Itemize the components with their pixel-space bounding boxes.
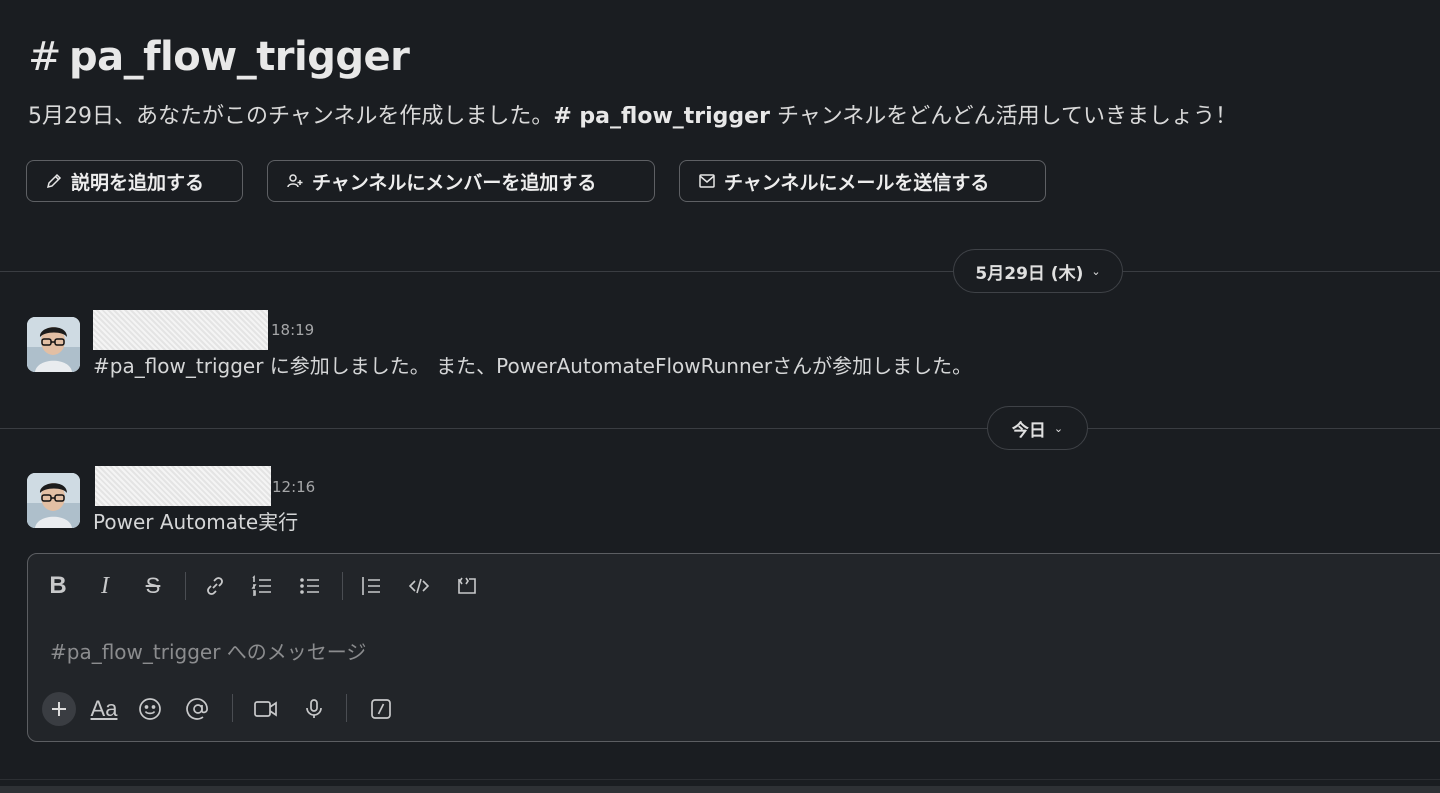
- video-icon[interactable]: [253, 696, 279, 722]
- send-email-label: チャンネルにメールを送信する: [724, 171, 990, 194]
- message-input[interactable]: [48, 636, 1352, 668]
- avatar[interactable]: [27, 317, 80, 372]
- mention-icon[interactable]: [185, 696, 211, 722]
- email-icon: [699, 174, 715, 188]
- text-format-icon[interactable]: Aa: [88, 696, 120, 722]
- date-divider-line: [0, 271, 1440, 272]
- code-block-icon[interactable]: [454, 573, 480, 599]
- channel-title: # pa_flow_trigger: [28, 34, 410, 80]
- toolbar-separator: [342, 572, 343, 600]
- add-person-icon: [287, 174, 303, 188]
- toolbar-separator: [346, 694, 347, 722]
- chevron-down-icon: ⌄: [1053, 421, 1064, 435]
- code-icon[interactable]: [406, 573, 432, 599]
- message-timestamp[interactable]: 12:16: [272, 478, 315, 496]
- toolbar-separator: [232, 694, 233, 722]
- slash-command-icon[interactable]: [368, 696, 394, 722]
- italic-icon[interactable]: I: [92, 573, 118, 599]
- today-divider-label: 今日: [1011, 420, 1046, 441]
- microphone-icon[interactable]: [301, 696, 327, 722]
- message-composer: B I S #pa_flow_trigger へのメッセージ Aa: [27, 553, 1440, 742]
- add-description-label: 説明を追加する: [71, 171, 205, 194]
- description-prefix: 5月29日、あなたがこのチャンネルを作成しました。: [28, 104, 554, 129]
- message-text: #pa_flow_trigger に参加しました。 また、PowerAutoma…: [93, 354, 973, 378]
- toolbar-separator: [185, 572, 186, 600]
- message-timestamp[interactable]: 18:19: [271, 321, 314, 339]
- avatar[interactable]: [27, 473, 80, 528]
- channel-name: pa_flow_trigger: [69, 34, 410, 80]
- description-suffix: チャンネルをどんどん活用していきましょう！: [769, 104, 1237, 129]
- chevron-down-icon: ⌄: [1091, 264, 1101, 278]
- user-avatar-image: [27, 473, 80, 528]
- horizontal-scrollbar[interactable]: [0, 786, 1440, 793]
- strikethrough-icon[interactable]: S: [140, 573, 166, 599]
- add-members-button[interactable]: チャンネルにメンバーを追加する: [267, 160, 655, 202]
- link-icon[interactable]: [202, 573, 228, 599]
- date-divider-line: [0, 428, 1440, 429]
- date-divider-pill[interactable]: 5月29日 (木) ⌄: [953, 249, 1123, 293]
- hash-icon: #: [28, 34, 62, 80]
- bulleted-list-icon[interactable]: [297, 573, 323, 599]
- emoji-icon[interactable]: [137, 696, 163, 722]
- description-channel-link[interactable]: # pa_flow_trigger: [553, 104, 770, 129]
- date-divider-label: 5月29日 (木): [975, 263, 1084, 284]
- add-members-label: チャンネルにメンバーを追加する: [312, 171, 597, 194]
- bottom-bar: [0, 779, 1440, 793]
- today-divider-pill[interactable]: 今日 ⌄: [987, 406, 1088, 450]
- redacted-user-name: [93, 310, 268, 350]
- pencil-icon: [46, 173, 62, 189]
- add-description-button[interactable]: 説明を追加する: [26, 160, 243, 202]
- slack-channel-view: # pa_flow_trigger 5月29日、あなたがこのチャンネルを作成しまし…: [0, 0, 1440, 793]
- bold-icon[interactable]: B: [45, 572, 71, 599]
- redacted-user-name: [95, 466, 271, 506]
- message-text: Power Automate実行: [93, 510, 299, 534]
- ordered-list-icon[interactable]: [249, 573, 275, 599]
- channel-description: 5月29日、あなたがこのチャンネルを作成しました。# pa_flow_trigg…: [28, 98, 1237, 130]
- plus-icon[interactable]: [42, 692, 76, 726]
- user-avatar-image: [27, 317, 80, 372]
- blockquote-icon[interactable]: [358, 573, 384, 599]
- send-email-button[interactable]: チャンネルにメールを送信する: [679, 160, 1046, 202]
